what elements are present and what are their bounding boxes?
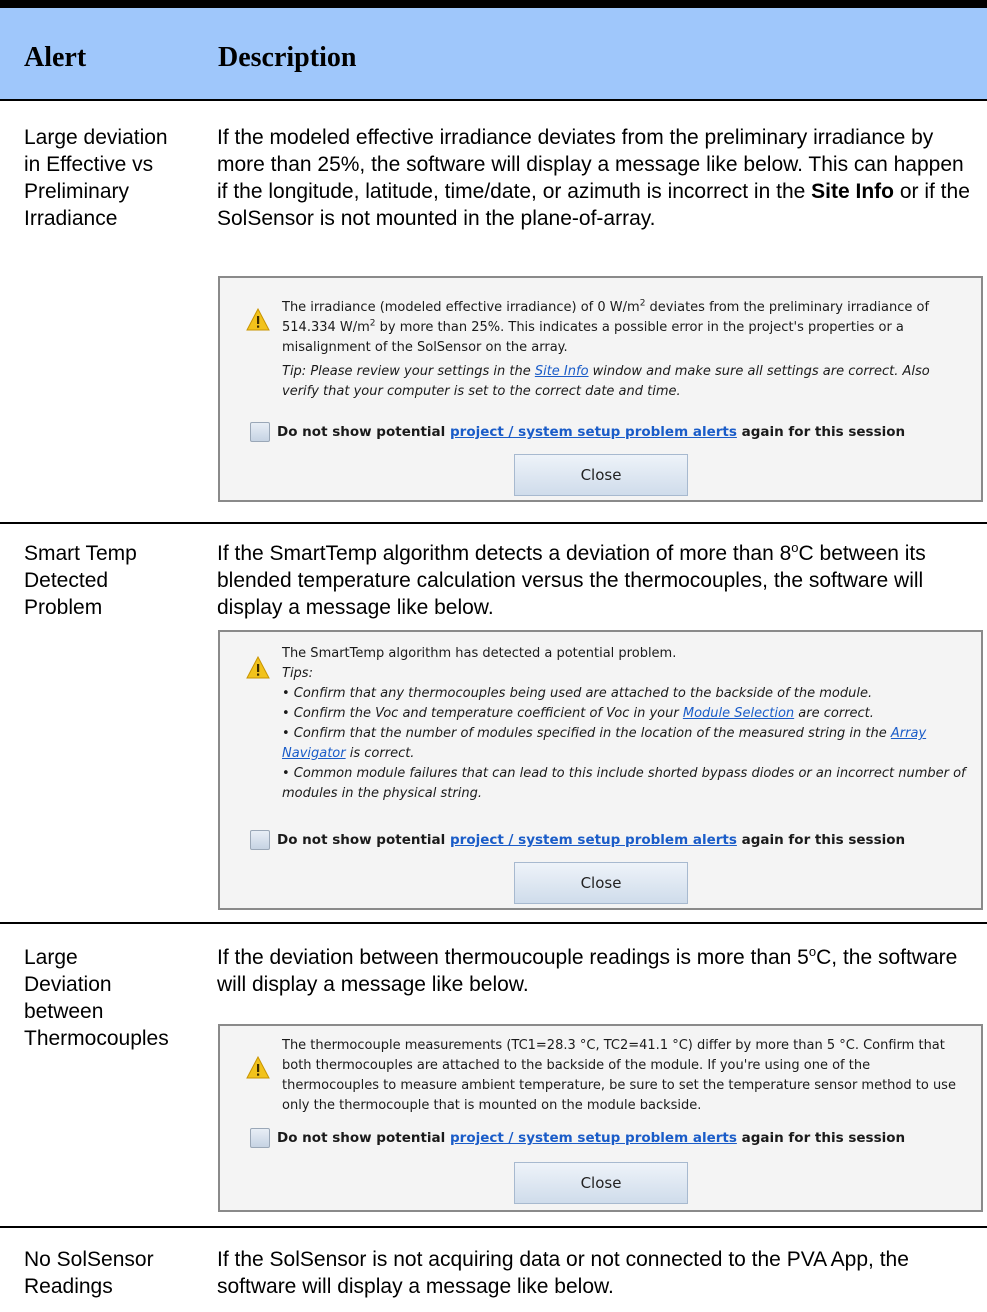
description-text: If the SmartTemp algorithm detects a dev… bbox=[217, 542, 792, 565]
tip-item: • Common module failures that can lead t… bbox=[282, 766, 966, 801]
checkbox-label: again for this session bbox=[741, 832, 906, 848]
alert-name-line: between bbox=[24, 1000, 104, 1023]
alert-name-line: Large deviation bbox=[24, 126, 168, 149]
tip-text: • Confirm the Voc and temperature coeffi… bbox=[282, 706, 683, 721]
dialog-message: The thermocouple measurements (TC1=28.3 … bbox=[282, 1038, 956, 1113]
description-bold: Site Info bbox=[811, 180, 894, 203]
alert-description-thermocouples: If the deviation between thermoucouple r… bbox=[217, 944, 977, 998]
alert-name-line: Irradiance bbox=[24, 207, 118, 230]
alert-name-no-solsensor: No SolSensor Readings bbox=[24, 1246, 199, 1300]
tip-item: • Confirm that any thermocouples being u… bbox=[282, 686, 873, 701]
alert-name-line: Smart Temp bbox=[24, 542, 137, 565]
alert-description-no-solsensor: If the SolSensor is not acquiring data o… bbox=[217, 1248, 909, 1298]
setup-alerts-link[interactable]: project / system setup problem alerts bbox=[450, 830, 737, 850]
tip-item: • Confirm that the number of modules spe… bbox=[282, 724, 967, 764]
suppress-alerts-checkbox[interactable] bbox=[250, 1128, 270, 1148]
alert-name-line: Thermocouples bbox=[24, 1027, 169, 1050]
suppress-alerts-checkbox[interactable] bbox=[250, 422, 270, 442]
table-top-rule bbox=[0, 0, 987, 8]
table-header: Alert Description bbox=[0, 8, 987, 101]
alert-name-line: Problem bbox=[24, 596, 103, 619]
suppress-alerts-checkbox[interactable] bbox=[250, 830, 270, 850]
dialog-message: The irradiance (modeled effective irradi… bbox=[282, 298, 967, 402]
tip-text: is correct. bbox=[345, 746, 415, 761]
close-button[interactable]: Close bbox=[514, 1162, 688, 1204]
setup-alerts-link[interactable]: project / system setup problem alerts bbox=[450, 422, 737, 442]
alert-name-line: Detected bbox=[24, 569, 109, 592]
alert-name-irradiance: Large deviation in Effective vs Prelimin… bbox=[24, 124, 199, 232]
close-button[interactable]: Close bbox=[514, 454, 688, 496]
alert-dialog-thermocouples: The thermocouple measurements (TC1=28.3 … bbox=[218, 1024, 983, 1212]
alert-description-smarttemp: If the SmartTemp algorithm detects a dev… bbox=[217, 540, 977, 621]
warning-icon bbox=[246, 656, 270, 679]
degree-sup: o bbox=[791, 540, 799, 555]
alert-name-line: Preliminary bbox=[24, 180, 130, 203]
warning-icon bbox=[246, 308, 270, 331]
tips-label: Tips: bbox=[282, 666, 313, 681]
header-description: Description bbox=[218, 42, 357, 73]
message-text: The SmartTemp algorithm has detected a p… bbox=[282, 646, 677, 661]
alert-name-line: Readings bbox=[24, 1275, 113, 1298]
header-alert: Alert bbox=[24, 42, 87, 73]
suppress-alerts-row: Do not show potential project / system s… bbox=[250, 830, 905, 850]
alert-name-line: No SolSensor bbox=[24, 1248, 154, 1271]
description-text: If the deviation between thermoucouple r… bbox=[217, 946, 809, 969]
alert-dialog-smarttemp: The SmartTemp algorithm has detected a p… bbox=[218, 630, 983, 910]
checkbox-label: again for this session bbox=[741, 1130, 906, 1146]
close-button[interactable]: Close bbox=[514, 862, 688, 904]
module-selection-link[interactable]: Module Selection bbox=[683, 706, 794, 721]
tip-item: • Confirm the Voc and temperature coeffi… bbox=[282, 704, 967, 724]
checkbox-label: again for this session bbox=[741, 424, 906, 440]
checkbox-label: Do not show potential bbox=[277, 1130, 446, 1146]
dialog-message: The SmartTemp algorithm has detected a p… bbox=[282, 644, 967, 804]
site-info-link[interactable]: Site Info bbox=[535, 364, 589, 379]
tip-text: are correct. bbox=[794, 706, 874, 721]
alert-name-line: in Effective vs bbox=[24, 153, 154, 176]
warning-icon bbox=[246, 1056, 270, 1079]
setup-alerts-link[interactable]: project / system setup problem alerts bbox=[450, 1128, 737, 1148]
alert-description-irradiance: If the modeled effective irradiance devi… bbox=[217, 124, 977, 232]
row-divider bbox=[0, 922, 987, 924]
checkbox-label: Do not show potential bbox=[277, 424, 446, 440]
alert-name-thermocouples: Large Deviation between Thermocouples bbox=[24, 944, 199, 1052]
suppress-alerts-row: Do not show potential project / system s… bbox=[250, 422, 905, 442]
message-text: The irradiance (modeled effective irradi… bbox=[282, 300, 640, 315]
tip-text: • Confirm that the number of modules spe… bbox=[282, 726, 891, 741]
checkbox-label: Do not show potential bbox=[277, 832, 446, 848]
row-divider bbox=[0, 522, 987, 524]
tip-text: Tip: Please review your settings in the bbox=[282, 364, 535, 379]
alert-name-line: Large bbox=[24, 946, 78, 969]
alert-dialog-irradiance: The irradiance (modeled effective irradi… bbox=[218, 276, 983, 502]
row-divider bbox=[0, 1226, 987, 1228]
suppress-alerts-row: Do not show potential project / system s… bbox=[250, 1128, 905, 1148]
message-text: by more than 25%. This indicates a possi… bbox=[282, 320, 904, 355]
alert-name-smarttemp: Smart Temp Detected Problem bbox=[24, 540, 199, 621]
tips-list: Tips: • Confirm that any thermocouples b… bbox=[282, 664, 967, 804]
alert-name-line: Deviation bbox=[24, 973, 112, 996]
